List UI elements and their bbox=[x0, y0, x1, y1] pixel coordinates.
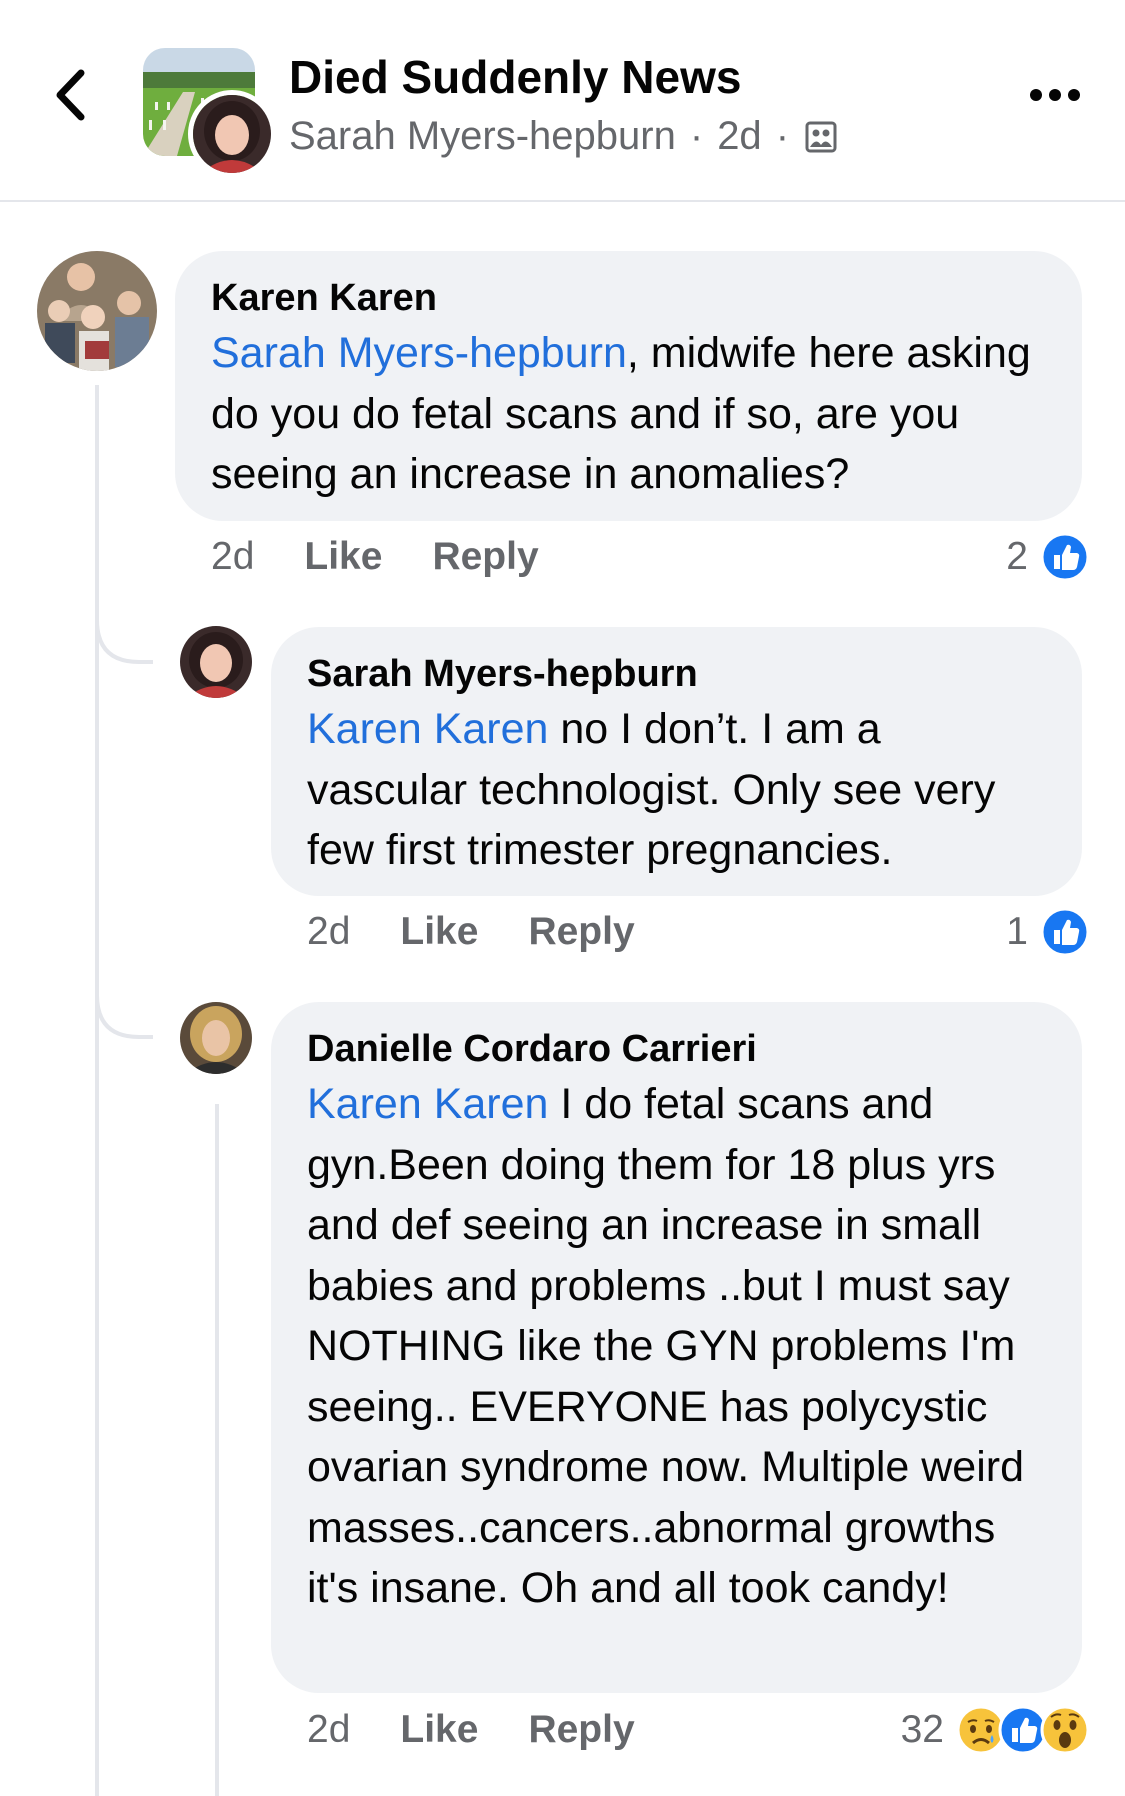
comment-actions: 2d Like Reply bbox=[307, 1708, 635, 1752]
thread-line-reply-1 bbox=[95, 385, 153, 664]
comment-time[interactable]: 2d bbox=[307, 910, 350, 954]
person-portrait-icon bbox=[193, 95, 271, 173]
reaction-count: 2 bbox=[1006, 535, 1028, 578]
comment-author[interactable]: Sarah Myers-hepburn bbox=[307, 649, 1046, 699]
family-photo-icon bbox=[37, 251, 157, 371]
commenter-avatar[interactable] bbox=[37, 251, 157, 371]
post-header: Died Suddenly News Sarah Myers-hepburn ·… bbox=[0, 0, 1125, 202]
comment-time[interactable]: 2d bbox=[307, 1708, 350, 1752]
comment-text: Sarah Myers-hepburn, midwife here asking… bbox=[211, 323, 1046, 505]
group-name[interactable]: Died Suddenly News bbox=[289, 50, 741, 104]
comment-author[interactable]: Karen Karen bbox=[211, 273, 1046, 323]
meta-separator: · bbox=[689, 114, 704, 158]
reaction-summary[interactable]: 2 bbox=[900, 532, 1090, 582]
comment-bubble: Karen Karen Sarah Myers-hepburn, midwife… bbox=[175, 251, 1082, 521]
like-button[interactable]: Like bbox=[400, 910, 478, 954]
post-time[interactable]: 2d bbox=[717, 114, 762, 159]
chevron-left-icon bbox=[53, 68, 87, 127]
reaction-count: 32 bbox=[900, 1708, 944, 1751]
comment-time[interactable]: 2d bbox=[211, 535, 254, 579]
author-avatar[interactable] bbox=[188, 90, 276, 178]
person-portrait-icon bbox=[180, 626, 252, 698]
like-reaction-icon bbox=[1040, 532, 1090, 582]
comment-bubble: Sarah Myers-hepburn Karen Karen no I don… bbox=[271, 627, 1082, 896]
back-button[interactable] bbox=[40, 62, 100, 132]
reply-button[interactable]: Reply bbox=[432, 535, 538, 579]
comment-actions: 2d Like Reply bbox=[211, 535, 539, 579]
mention-link[interactable]: Sarah Myers-hepburn bbox=[211, 329, 627, 377]
comment-bubble: Danielle Cordaro Carrieri Karen Karen I … bbox=[271, 1002, 1082, 1693]
more-options-button[interactable] bbox=[1020, 72, 1090, 122]
commenter-avatar[interactable] bbox=[180, 1002, 252, 1074]
reaction-summary[interactable]: 1 bbox=[900, 907, 1090, 957]
comment-author[interactable]: Danielle Cordaro Carrieri bbox=[307, 1024, 1046, 1074]
mention-link[interactable]: Karen Karen bbox=[307, 1080, 548, 1128]
mention-link[interactable]: Karen Karen bbox=[307, 705, 548, 753]
commenter-avatar[interactable] bbox=[180, 626, 252, 698]
post-author[interactable]: Sarah Myers-hepburn bbox=[289, 114, 676, 159]
comment-body: I do fetal scans and gyn.Been doing them… bbox=[307, 1080, 1024, 1612]
person-portrait-icon bbox=[180, 1002, 252, 1074]
like-button[interactable]: Like bbox=[400, 1708, 478, 1752]
reaction-summary[interactable]: 32 bbox=[830, 1705, 1090, 1755]
post-meta: Sarah Myers-hepburn · 2d · bbox=[289, 114, 837, 159]
group-privacy-icon bbox=[805, 121, 837, 153]
more-horizontal-icon bbox=[1029, 88, 1081, 107]
comment-text: Karen Karen I do fetal scans and gyn.Bee… bbox=[307, 1074, 1046, 1619]
reply-button[interactable]: Reply bbox=[528, 910, 634, 954]
meta-separator: · bbox=[775, 114, 790, 158]
reply-button[interactable]: Reply bbox=[528, 1708, 634, 1752]
thread-line-reply-2 bbox=[95, 620, 153, 1039]
comment-text: Karen Karen no I don’t. I am a vascular … bbox=[307, 699, 1046, 881]
like-button[interactable]: Like bbox=[304, 535, 382, 579]
wow-reaction-icon bbox=[1040, 1705, 1090, 1755]
like-reaction-icon bbox=[1040, 907, 1090, 957]
reaction-count: 1 bbox=[1006, 910, 1028, 953]
comment-actions: 2d Like Reply bbox=[307, 910, 635, 954]
